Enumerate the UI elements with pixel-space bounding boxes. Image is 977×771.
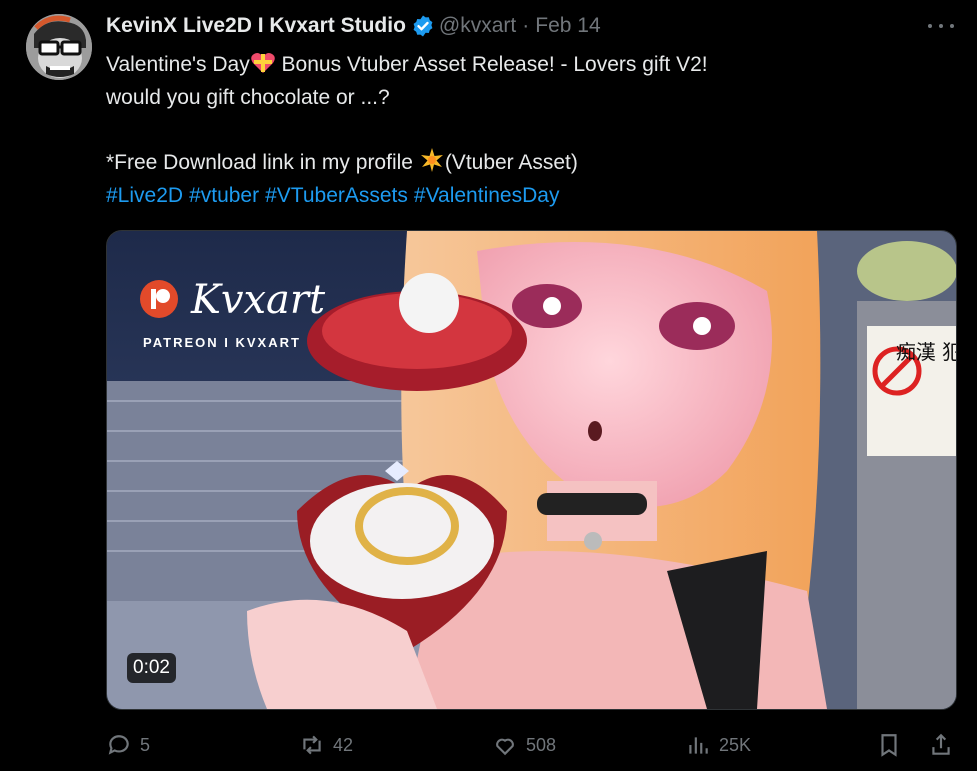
share-button[interactable] bbox=[928, 728, 962, 762]
reply-button[interactable]: 5 bbox=[106, 728, 150, 762]
bookmark-icon bbox=[881, 734, 897, 757]
heart-icon bbox=[496, 738, 514, 756]
warning-sign-text: 痴漢 犯罪 bbox=[896, 340, 956, 364]
hashtag-vtuber[interactable]: #vtuber bbox=[189, 184, 259, 207]
tweet-text: Valentine's Day Bonus Vtuber Asset Relea… bbox=[106, 48, 946, 212]
video-media[interactable]: 痴漢 犯罪 Kvxart PATREON I KVXART 0:02 bbox=[106, 230, 957, 710]
tweet-date[interactable]: Feb 14 bbox=[535, 14, 600, 38]
tweet-header: KevinX Live2D I Kvxart Studio @kvxart · … bbox=[106, 10, 601, 42]
hashtag-vtuberassets[interactable]: #VTuberAssets bbox=[265, 184, 408, 207]
separator-dot: · bbox=[522, 14, 530, 37]
views-button[interactable]: 25K bbox=[685, 728, 751, 762]
reply-count: 5 bbox=[140, 734, 151, 755]
tweet-text-line3b: (Vtuber Asset) bbox=[444, 151, 578, 174]
author-avatar[interactable] bbox=[26, 14, 92, 80]
heart-gift-emoji-icon bbox=[250, 53, 275, 73]
tweet-text-line2: would you gift chocolate or ...? bbox=[106, 86, 390, 109]
video-timestamp: 0:02 bbox=[127, 653, 176, 683]
share-icon bbox=[932, 733, 950, 755]
sparkle-sun-emoji-icon bbox=[420, 148, 443, 172]
views-count: 25K bbox=[719, 734, 752, 755]
like-button[interactable]: 508 bbox=[492, 728, 556, 762]
retweet-icon bbox=[303, 735, 321, 755]
author-handle[interactable]: @kvxart bbox=[439, 14, 516, 38]
tweet-action-bar: 5 42 508 25K bbox=[106, 728, 956, 762]
verified-badge-icon bbox=[413, 15, 433, 37]
more-options-icon[interactable] bbox=[928, 16, 954, 36]
retweet-button[interactable]: 42 bbox=[299, 728, 353, 762]
views-chart-icon bbox=[689, 737, 708, 754]
patreon-logo-icon bbox=[140, 280, 178, 318]
avatar-illustration bbox=[26, 14, 92, 80]
hashtag-valentinesday[interactable]: #ValentinesDay bbox=[414, 184, 560, 207]
retweet-count: 42 bbox=[333, 734, 354, 755]
patreon-brand-text: Kvxart bbox=[191, 277, 326, 323]
tweet-text-line1: Valentine's Day bbox=[106, 53, 250, 76]
like-count: 508 bbox=[526, 734, 557, 755]
patreon-caption: PATREON I KVXART bbox=[143, 335, 301, 350]
tweet-text-line3a: *Free Download link in my profile bbox=[106, 151, 413, 174]
hashtag-live2d[interactable]: #Live2D bbox=[106, 184, 183, 207]
tweet-text-line1b: Bonus Vtuber Asset Release! - Lovers gif… bbox=[281, 53, 708, 76]
reply-icon bbox=[108, 735, 129, 755]
bookmark-button[interactable] bbox=[876, 728, 910, 762]
author-name[interactable]: KevinX Live2D I Kvxart Studio bbox=[106, 14, 406, 38]
